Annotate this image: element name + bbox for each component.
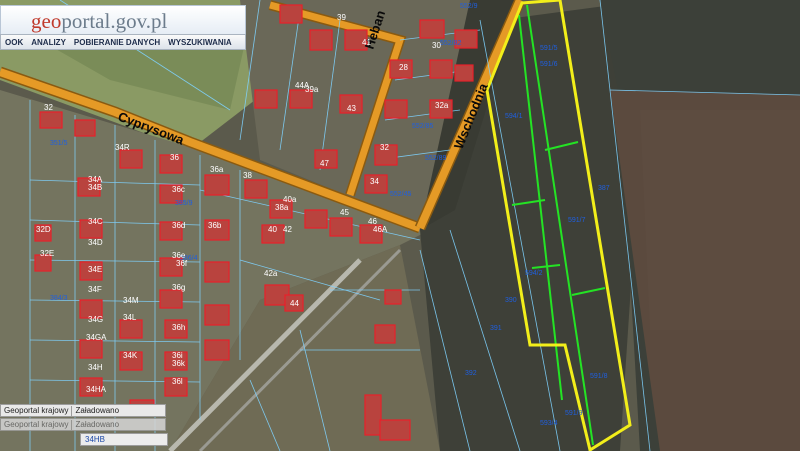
house-number: 34H: [88, 363, 103, 372]
parcel-number: 591/9: [565, 410, 583, 417]
house-number: 39: [337, 13, 346, 22]
house-number: 36: [170, 153, 179, 162]
house-number: 46A: [373, 225, 388, 234]
menu-item-pobieranie-danych[interactable]: POBIERANIE DANYCH: [70, 38, 164, 47]
layer-status-bar-ghost: Geoportal krajowy Załadowano: [0, 418, 166, 431]
parcel-number: 552/85: [412, 123, 434, 130]
house-number: 40a: [283, 195, 297, 204]
house-number: 34B: [88, 183, 102, 192]
house-number: 36f: [176, 259, 188, 268]
parcel-number: 552/45: [390, 191, 412, 198]
house-number: 36a: [210, 165, 224, 174]
parcel-number: 591/8: [590, 373, 608, 380]
menu-item-analizy[interactable]: ANALIZY: [27, 38, 70, 47]
house-number: 42a: [264, 269, 278, 278]
parcel-number: 591/6: [540, 61, 558, 68]
logo-suffix: .gov.pl: [110, 9, 168, 33]
house-number: 34C: [88, 217, 103, 226]
house-number: 36g: [172, 283, 185, 292]
menu-item-wyszukiwania[interactable]: WYSZUKIWANIA: [164, 38, 236, 47]
layer-source-label-ghost: Geoportal krajowy: [4, 420, 69, 429]
parcel-number: 552/9: [460, 3, 478, 10]
house-number: 36c: [172, 185, 185, 194]
house-number: 32: [44, 103, 53, 112]
house-number: 28: [399, 63, 408, 72]
house-number: 34G: [88, 315, 103, 324]
parcel-number: 552/82: [440, 40, 462, 47]
parcel-number: 594/2: [525, 270, 543, 277]
house-number: 34E: [88, 265, 102, 274]
feature-tag-text: 34HB: [85, 435, 106, 444]
house-number: 32: [380, 143, 389, 152]
parcel-number: 390: [505, 297, 517, 304]
parcel-number: 591/5: [540, 45, 558, 52]
house-number: 32a: [435, 101, 449, 110]
house-number: 45: [340, 208, 349, 217]
house-number: 44: [290, 299, 299, 308]
house-number: 36b: [208, 221, 222, 230]
layer-load-state-ghost: Załadowano: [75, 420, 120, 429]
house-number: 36d: [172, 221, 185, 230]
house-number: 36l: [172, 377, 183, 386]
house-number: 34: [370, 177, 379, 186]
parcel-number: 591/7: [568, 217, 586, 224]
house-number: 36h: [172, 323, 185, 332]
house-number: 42: [283, 225, 292, 234]
house-number: 34HA: [86, 385, 107, 394]
house-number: 40: [268, 225, 277, 234]
house-number: 41: [362, 38, 371, 47]
logo-prefix: geo: [31, 9, 62, 33]
house-number: 47: [320, 159, 329, 168]
layer-status-bar: Geoportal krajowy Załadowano: [0, 404, 166, 417]
parcel-number: 593/4: [540, 420, 558, 427]
parcel-number: 351/5: [50, 140, 68, 147]
house-number: 34GA: [86, 333, 107, 342]
parcel-number: 552/89: [425, 155, 447, 162]
house-number: 44A: [295, 81, 310, 90]
house-number: 36k: [172, 359, 186, 368]
house-number: 43: [347, 104, 356, 113]
parcel-number: 391: [490, 325, 502, 332]
parcel-number: 384/3: [50, 295, 68, 302]
parcel-number: 594/1: [505, 113, 523, 120]
layer-source-label: Geoportal krajowy: [4, 406, 69, 415]
house-number: 34K: [123, 351, 138, 360]
menu-item-ook[interactable]: OOK: [1, 38, 27, 47]
house-number: 34R: [115, 143, 130, 152]
parcel-number: 392: [465, 370, 477, 377]
layer-load-state: Załadowano: [75, 406, 120, 415]
parcel-number: 387: [598, 185, 610, 192]
house-number: 34F: [88, 285, 102, 294]
logo-main: portal: [61, 9, 111, 33]
house-number: 32D: [36, 225, 51, 234]
main-toolbar: OOK ANALIZY POBIERANIE DANYCH WYSZUKIWAN…: [0, 34, 246, 50]
house-number: 34D: [88, 238, 103, 247]
map-canvas[interactable]: Cyprysowa Wschodnia Heban 591/5591/6594/…: [0, 0, 800, 451]
house-number: 32E: [40, 249, 54, 258]
house-number: 34L: [123, 313, 137, 322]
house-number: 30: [432, 41, 441, 50]
house-number: 38a: [275, 203, 289, 212]
geoportal-logo[interactable]: geoportal.gov.pl: [0, 5, 246, 35]
house-number: 34M: [123, 296, 139, 305]
parcel-number: 385/9: [175, 200, 193, 207]
house-number: 38: [243, 171, 252, 180]
feature-tag: 34HB: [80, 433, 168, 446]
